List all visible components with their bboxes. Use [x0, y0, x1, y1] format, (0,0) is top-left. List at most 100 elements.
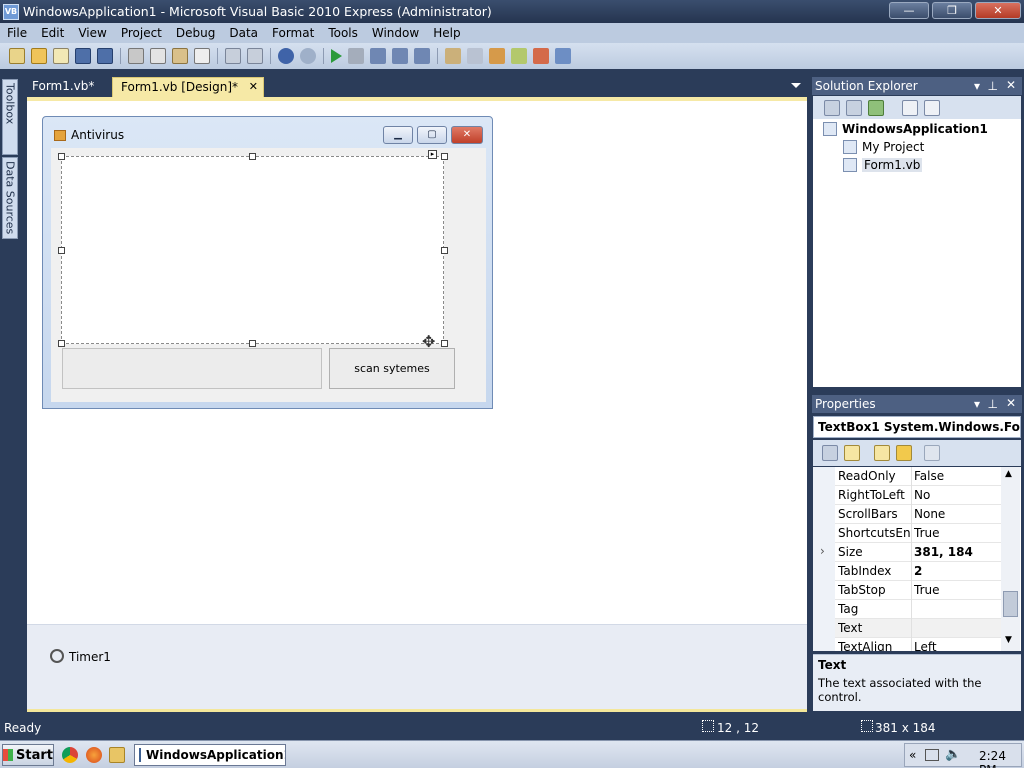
property-value[interactable]: 381, 184: [914, 545, 1000, 559]
save-all-icon[interactable]: [97, 48, 113, 64]
tab-form1-design[interactable]: Form1.vb [Design]* ✕: [112, 77, 264, 97]
property-row[interactable]: ScrollBars None: [813, 505, 1001, 524]
property-grid-scrollbar[interactable]: ▲ ▼: [1001, 467, 1020, 651]
property-row[interactable]: Tag: [813, 600, 1001, 619]
expand-chevron-icon[interactable]: ›: [820, 544, 825, 558]
panel-close-icon[interactable]: ✕: [1006, 78, 1016, 92]
property-value[interactable]: No: [914, 488, 1000, 502]
show-all-files-icon[interactable]: [846, 100, 862, 116]
property-value[interactable]: True: [914, 583, 1000, 597]
property-row[interactable]: Text: [813, 619, 1001, 638]
toolbox-tab[interactable]: Toolbox: [2, 79, 18, 155]
properties-view-icon[interactable]: [874, 445, 890, 461]
copy-icon[interactable]: [150, 48, 166, 64]
dropdown-icon[interactable]: ▾: [974, 79, 980, 93]
find-icon[interactable]: [194, 48, 210, 64]
error-list-icon[interactable]: [533, 48, 549, 64]
taskbar-item-vb[interactable]: WindowsApplication1...: [134, 744, 286, 766]
pin-icon[interactable]: ⊥: [988, 397, 998, 411]
cut-icon[interactable]: [128, 48, 144, 64]
folder-icon[interactable]: [109, 747, 125, 763]
show-hidden-icons-chevron[interactable]: «: [909, 748, 916, 762]
minimize-button[interactable]: —: [889, 2, 929, 19]
undo-icon[interactable]: [278, 48, 294, 64]
scan-button[interactable]: scan sytemes: [329, 348, 455, 389]
resize-handle[interactable]: [58, 153, 65, 160]
toolbox-icon[interactable]: [489, 48, 505, 64]
resize-handle[interactable]: [441, 247, 448, 254]
close-tab-icon[interactable]: ✕: [249, 80, 258, 93]
resize-handle[interactable]: [58, 340, 65, 347]
step-into-icon[interactable]: [370, 48, 386, 64]
properties-icon[interactable]: [467, 48, 483, 64]
property-row[interactable]: TabIndex 2: [813, 562, 1001, 581]
start-debugging-icon[interactable]: [331, 49, 342, 63]
start-button[interactable]: Start: [2, 744, 54, 766]
refresh-icon[interactable]: [868, 100, 884, 116]
menu-view[interactable]: View: [71, 26, 113, 40]
property-value[interactable]: 2: [914, 564, 1000, 578]
tree-item-form1[interactable]: Form1.vb: [843, 158, 923, 172]
resize-handle[interactable]: [249, 153, 256, 160]
firefox-icon[interactable]: [86, 747, 102, 763]
clock[interactable]: 2:24 PM: [979, 749, 1021, 768]
property-row[interactable]: ReadOnly False: [813, 467, 1001, 486]
property-value[interactable]: Left: [914, 640, 1000, 651]
new-project-icon[interactable]: [9, 48, 25, 64]
tree-item-my-project[interactable]: My Project: [843, 140, 924, 154]
property-row[interactable]: › Size 381, 184: [813, 543, 1001, 562]
tab-overflow-chevron-icon[interactable]: [791, 83, 801, 88]
property-row[interactable]: TabStop True: [813, 581, 1001, 600]
resize-handle[interactable]: [441, 153, 448, 160]
extension-manager-icon[interactable]: [555, 48, 571, 64]
data-sources-tab[interactable]: Data Sources: [2, 157, 18, 239]
menu-tools[interactable]: Tools: [321, 26, 365, 40]
resize-handle[interactable]: [58, 247, 65, 254]
textbox1[interactable]: [61, 156, 444, 344]
resize-handle[interactable]: [441, 340, 448, 347]
open-file-icon[interactable]: [31, 48, 47, 64]
view-designer-icon[interactable]: [924, 100, 940, 116]
property-value[interactable]: False: [914, 469, 1000, 483]
step-over-icon[interactable]: [392, 48, 408, 64]
redo-icon[interactable]: [300, 48, 316, 64]
menu-debug[interactable]: Debug: [169, 26, 222, 40]
view-code-icon[interactable]: [902, 100, 918, 116]
property-row[interactable]: ShortcutsEnabledTrue: [813, 524, 1001, 543]
scroll-down-icon[interactable]: ▼: [1005, 635, 1012, 645]
menu-data[interactable]: Data: [222, 26, 265, 40]
resize-handle[interactable]: [249, 340, 256, 347]
alphabetical-icon[interactable]: [844, 445, 860, 461]
menu-project[interactable]: Project: [114, 26, 169, 40]
close-button[interactable]: ✕: [975, 2, 1021, 19]
dropdown-icon[interactable]: ▾: [974, 397, 980, 411]
scroll-up-icon[interactable]: ▲: [1005, 469, 1012, 479]
save-icon[interactable]: [75, 48, 91, 64]
tab-form1-code[interactable]: Form1.vb*: [24, 77, 110, 97]
step-out-icon[interactable]: [414, 48, 430, 64]
properties-icon[interactable]: [824, 100, 840, 116]
object-selector[interactable]: TextBox1 System.Windows.Forms.TextBox: [813, 416, 1021, 438]
paste-icon[interactable]: [172, 48, 188, 64]
property-row[interactable]: TextAlign Left: [813, 638, 1001, 651]
property-value[interactable]: True: [914, 526, 1000, 540]
tree-item-project[interactable]: WindowsApplication1: [823, 122, 988, 136]
categorized-icon[interactable]: [822, 445, 838, 461]
property-value[interactable]: None: [914, 507, 1000, 521]
smart-tag-icon[interactable]: ▸: [428, 150, 437, 159]
chrome-icon[interactable]: [62, 747, 78, 763]
menu-file[interactable]: File: [0, 26, 34, 40]
pin-icon[interactable]: ⊥: [988, 79, 998, 93]
menu-window[interactable]: Window: [365, 26, 426, 40]
network-icon[interactable]: [925, 749, 939, 761]
property-row[interactable]: RightToLeft No: [813, 486, 1001, 505]
uncomment-icon[interactable]: [247, 48, 263, 64]
solution-explorer-icon[interactable]: [445, 48, 461, 64]
maximize-button[interactable]: ❐: [932, 2, 972, 19]
comment-icon[interactable]: [225, 48, 241, 64]
textbox2[interactable]: [62, 348, 322, 389]
menu-edit[interactable]: Edit: [34, 26, 71, 40]
panel-close-icon[interactable]: ✕: [1006, 396, 1016, 410]
stop-debugging-icon[interactable]: [348, 48, 364, 64]
events-icon[interactable]: [896, 445, 912, 461]
